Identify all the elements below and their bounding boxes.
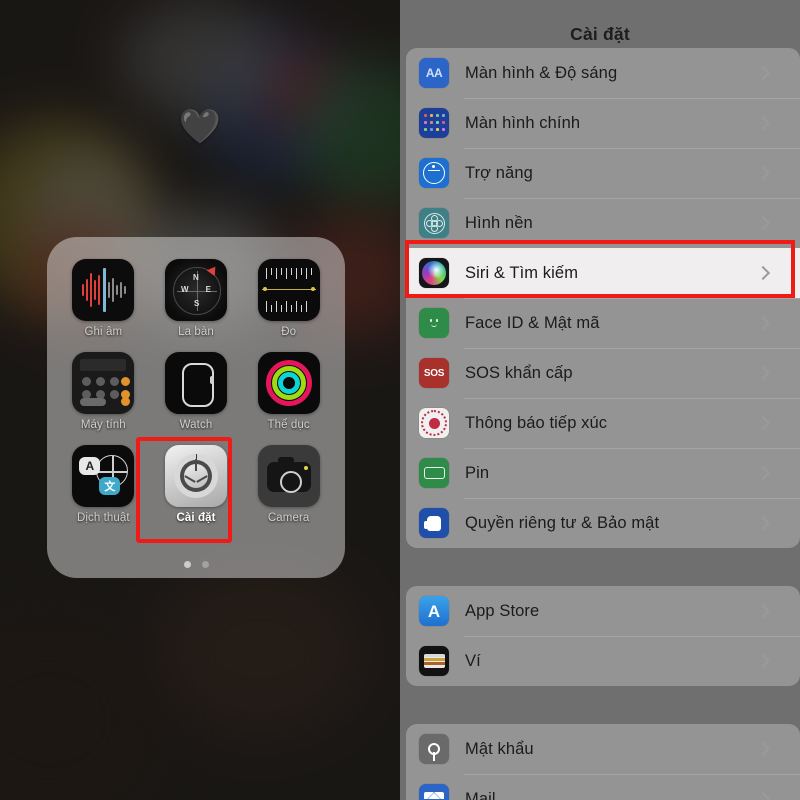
privacy-hand-icon <box>419 508 449 538</box>
wallpaper-icon <box>419 208 449 238</box>
app-icon-translate[interactable]: A 文 Dịch thuật <box>57 445 150 524</box>
settings-group-3: Mật khẩu Mail <box>406 724 800 800</box>
app-label: La bàn <box>178 326 214 338</box>
camera-icon <box>257 445 320 507</box>
row-label: Mật khẩu <box>465 739 534 758</box>
settings-row-face-id[interactable]: Face ID & Mật mã <box>406 298 800 348</box>
app-label: Camera <box>267 512 310 524</box>
page-dot[interactable] <box>201 561 209 568</box>
chevron-right-icon <box>755 791 771 800</box>
chevron-right-icon <box>755 215 771 231</box>
app-label: Ghi âm <box>84 326 123 338</box>
chevron-right-icon <box>755 515 771 531</box>
row-label: Mail <box>465 789 496 800</box>
chevron-right-icon <box>755 653 771 669</box>
siri-icon <box>419 258 449 288</box>
settings-gear-icon <box>164 445 227 507</box>
face-id-icon <box>419 308 449 338</box>
screenshot-root: 🖤 Ghi âm W E N S La bàn Đo Máy tính Watc… <box>0 0 800 800</box>
voice-memos-icon <box>72 259 135 321</box>
row-label: Pin <box>465 463 490 482</box>
settings-row-battery[interactable]: Pin <box>406 448 800 498</box>
settings-row-app-store[interactable]: A App Store <box>406 586 800 636</box>
settings-row-accessibility[interactable]: Trợ năng <box>406 148 800 198</box>
settings-group-2: A App Store Ví <box>406 586 800 686</box>
row-label: Màn hình chính <box>465 113 581 132</box>
heart-emoji: 🖤 <box>178 108 222 146</box>
app-icon-watch[interactable]: Watch <box>150 352 243 431</box>
app-icon-voice-memos[interactable]: Ghi âm <box>57 259 150 338</box>
row-label: Face ID & Mật mã <box>465 313 600 332</box>
folder-page-dots[interactable] <box>47 561 345 568</box>
app-folder[interactable]: Ghi âm W E N S La bàn Đo Máy tính Watch … <box>47 237 345 578</box>
settings-row-privacy-security[interactable]: Quyền riêng tư & Bảo mật <box>406 498 800 548</box>
home-screen-panel: 🖤 Ghi âm W E N S La bàn Đo Máy tính Watc… <box>0 0 400 800</box>
folder-app-grid: Ghi âm W E N S La bàn Đo Máy tính Watch … <box>57 259 335 543</box>
mail-icon <box>419 784 449 800</box>
settings-row-wallpaper[interactable]: Hình nền <box>406 198 800 248</box>
settings-row-wallet[interactable]: Ví <box>406 636 800 686</box>
wallet-icon <box>419 646 449 676</box>
app-icon-fitness[interactable]: Thể dục <box>242 352 335 431</box>
password-key-icon <box>419 734 449 764</box>
chevron-right-icon <box>755 465 771 481</box>
app-icon-camera[interactable]: Camera <box>242 445 335 524</box>
page-title: Cài đặt <box>570 24 630 44</box>
row-label: Thông báo tiếp xúc <box>465 413 608 432</box>
settings-row-siri-search[interactable]: Siri & Tìm kiếm <box>406 248 800 298</box>
compass-icon: W E N S <box>164 259 227 321</box>
chevron-right-icon <box>755 741 771 757</box>
row-label: SOS khẩn cấp <box>465 363 573 382</box>
row-label: Quyền riêng tư & Bảo mật <box>465 513 660 532</box>
display-brightness-icon: AA <box>419 58 449 88</box>
settings-app-panel: Cài đặt AA Màn hình & Độ sáng Màn hình c… <box>400 0 800 800</box>
app-icon-calculator[interactable]: Máy tính <box>57 352 150 431</box>
measure-icon <box>257 259 320 321</box>
row-label: App Store <box>465 601 540 620</box>
watch-icon <box>164 352 227 414</box>
exposure-notification-icon <box>419 408 449 438</box>
app-icon-compass[interactable]: W E N S La bàn <box>150 259 243 338</box>
settings-list: AA Màn hình & Độ sáng Màn hình chính Trợ… <box>406 48 800 800</box>
settings-row-home-screen[interactable]: Màn hình chính <box>406 98 800 148</box>
row-label: Ví <box>465 651 481 670</box>
chevron-right-icon <box>755 365 771 381</box>
chevron-right-icon <box>755 165 771 181</box>
app-label: Đo <box>281 326 297 338</box>
app-store-icon: A <box>419 596 449 626</box>
row-label: Màn hình & Độ sáng <box>465 63 618 82</box>
chevron-right-icon <box>755 415 771 431</box>
app-label: Dịch thuật <box>76 512 130 524</box>
app-label: Máy tính <box>80 419 126 431</box>
settings-row-mail[interactable]: Mail <box>406 774 800 800</box>
settings-row-emergency-sos[interactable]: SOS SOS khẩn cấp <box>406 348 800 398</box>
app-icon-measure[interactable]: Đo <box>242 259 335 338</box>
chevron-right-icon <box>755 265 771 281</box>
translate-icon: A 文 <box>72 445 135 507</box>
app-label: Watch <box>179 419 213 431</box>
home-screen-icon <box>419 108 449 138</box>
calculator-icon <box>72 352 135 414</box>
app-label: Cài đặt <box>176 512 216 524</box>
fitness-icon <box>257 352 320 414</box>
chevron-right-icon <box>755 115 771 131</box>
chevron-right-icon <box>755 315 771 331</box>
page-dot-active[interactable] <box>183 561 191 568</box>
app-icon-settings[interactable]: Cài đặt <box>135 437 243 543</box>
app-label: Thể dục <box>267 419 310 431</box>
settings-group-1: AA Màn hình & Độ sáng Màn hình chính Trợ… <box>406 48 800 548</box>
settings-row-display-brightness[interactable]: AA Màn hình & Độ sáng <box>406 48 800 98</box>
chevron-right-icon <box>755 603 771 619</box>
row-label: Hình nền <box>465 213 533 232</box>
row-label: Siri & Tìm kiếm <box>465 263 579 282</box>
sos-icon: SOS <box>419 358 449 388</box>
settings-row-passwords[interactable]: Mật khẩu <box>406 724 800 774</box>
settings-row-exposure-notifications[interactable]: Thông báo tiếp xúc <box>406 398 800 448</box>
chevron-right-icon <box>755 65 771 81</box>
accessibility-icon <box>419 158 449 188</box>
row-label: Trợ năng <box>465 163 533 182</box>
battery-icon <box>419 458 449 488</box>
